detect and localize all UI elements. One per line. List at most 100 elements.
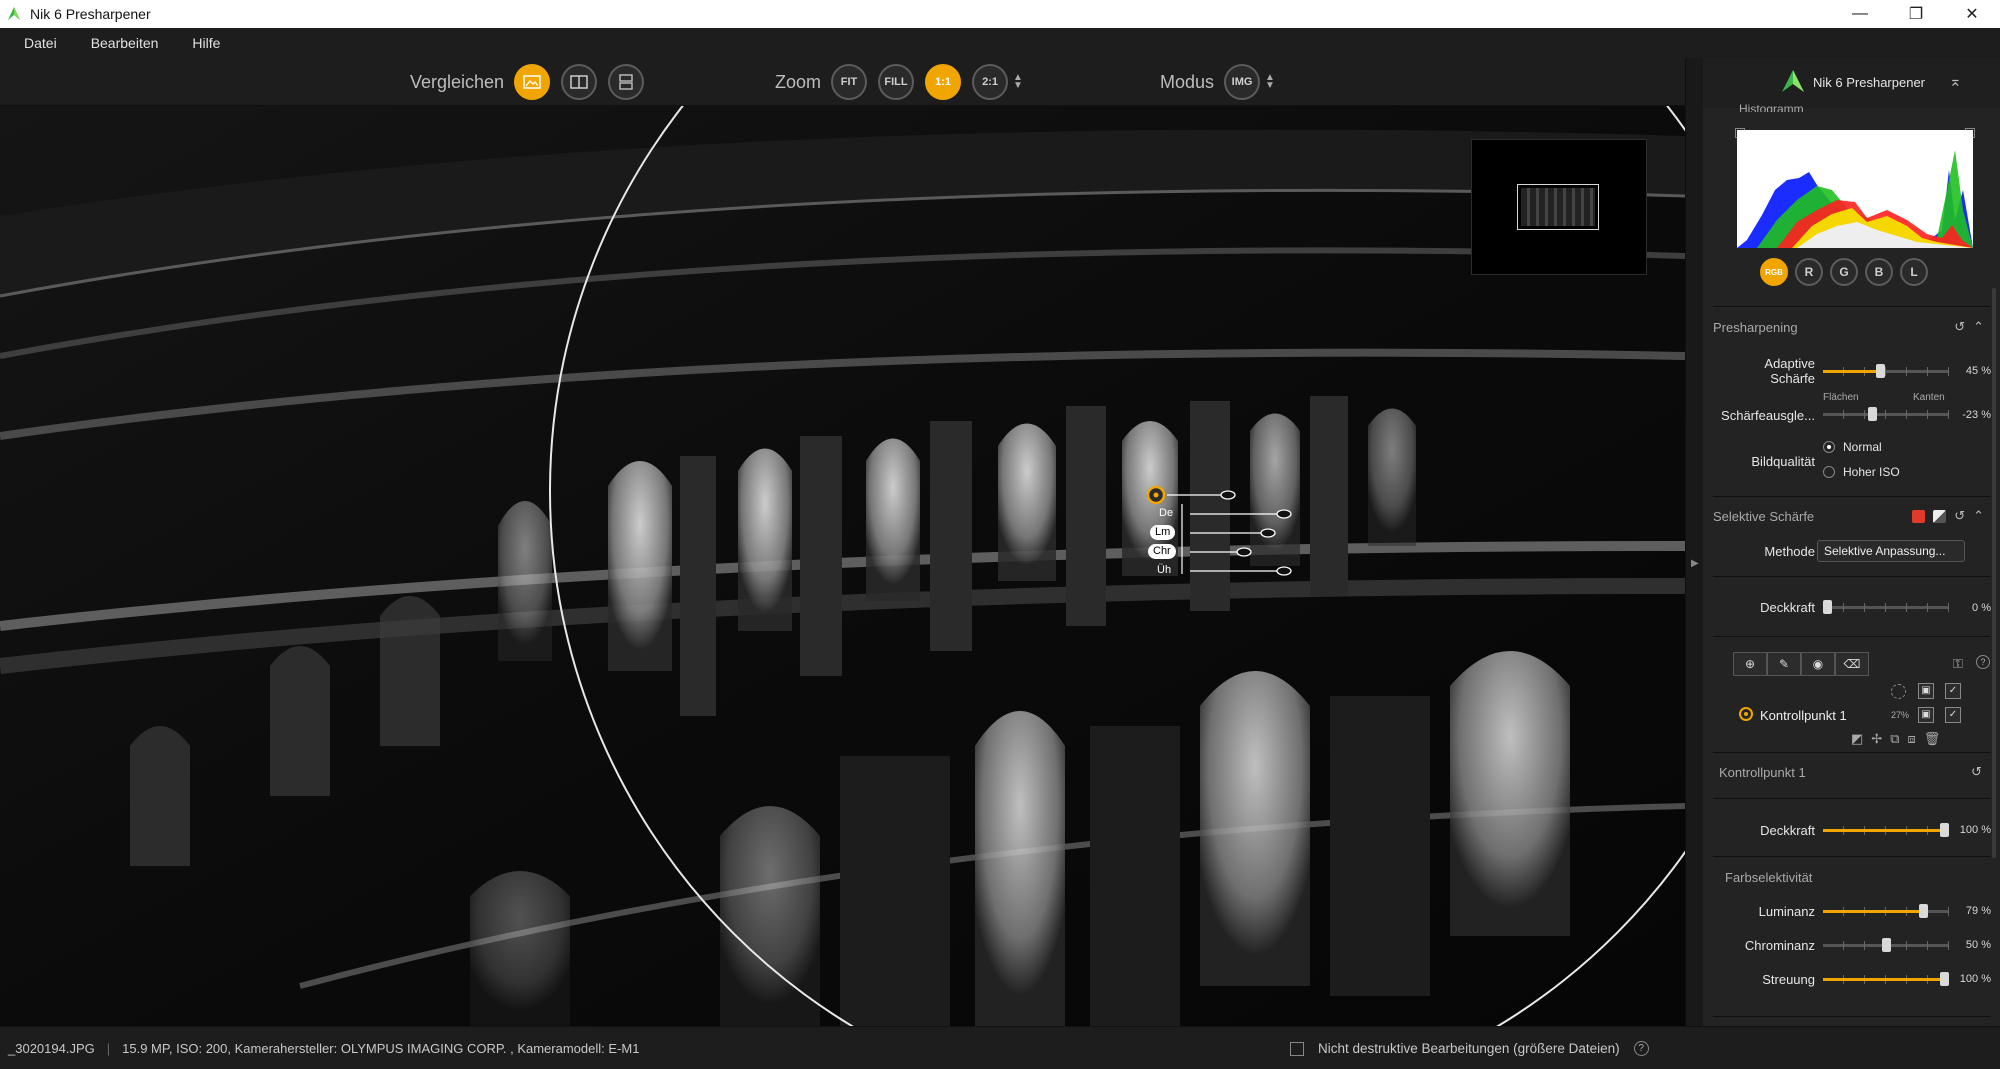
window-title: Nik 6 Presharpener [30,6,151,22]
balance-right-label: Kanten [1913,392,1945,403]
right-panel: Nik 6 Presharpener ⌅ Histogramm RGB R G … [1703,58,2000,1026]
chrominance-slider[interactable] [1823,938,1949,952]
control-point-mask-button[interactable]: ▣ [1918,707,1934,723]
chevron-up-icon[interactable]: ⌃ [1973,319,1984,335]
split-view-icon [570,75,588,89]
channel-rgb-button[interactable]: RGB [1760,258,1788,286]
menu-bearbeiten[interactable]: Bearbeiten [91,35,159,51]
dashed-circle-icon[interactable] [1891,684,1906,699]
control-point-percent: 27% [1891,710,1910,720]
help-icon[interactable]: ? [1976,655,1990,669]
divider [1713,636,1990,637]
luminance-slider[interactable] [1823,904,1949,918]
control-point-marker-icon[interactable] [1739,707,1753,721]
cp-size-label[interactable]: De [1154,506,1178,521]
duplicate-icon[interactable]: ⧉ [1890,731,1899,747]
image-icon [523,75,541,89]
channel-g-button[interactable]: G [1830,258,1858,286]
zoom-label: Zoom [775,71,822,92]
reset-icon[interactable]: ↺ [1954,508,1965,524]
cp-chrominance-label[interactable]: Chr [1148,544,1176,559]
cp-luminance-label[interactable]: Lm [1150,525,1176,540]
selective-opacity-value: 0 % [1972,602,1991,614]
help-icon[interactable]: ? [1633,1041,1649,1056]
mode-stepper-icon[interactable]: ▲ ▼ [1265,73,1275,91]
edit-mask-icon[interactable]: ◩ [1851,731,1863,747]
zoom-fill-button[interactable]: FILL [878,64,915,100]
compare-side-by-side-button[interactable] [608,64,645,100]
brush-color-icon[interactable] [1912,509,1926,523]
close-button[interactable]: ✕ [1944,0,2000,28]
nondestructive-checkbox[interactable] [1290,1041,1304,1056]
spread-label: Streuung [1762,972,1815,987]
nondestructive-label[interactable]: Nicht destruktive Bearbeitungen (größere… [1318,1041,1620,1056]
panel-scrollbar[interactable] [1992,288,1996,858]
chevron-up-icon[interactable]: ⌃ [1973,508,1984,524]
navigator-preview[interactable] [1471,139,1647,275]
spread-value: 100 % [1959,973,1991,985]
nondestructive-option: Nicht destruktive Bearbeitungen (größere… [1290,1041,1649,1056]
zoom-2-1-button[interactable]: 2:1 [972,64,1009,100]
zoom-fit-button[interactable]: FIT [831,64,868,100]
expand-arrow-icon[interactable]: ▶ [1691,558,1699,569]
control-point-name[interactable]: Kontrollpunkt 1 [1760,708,1847,723]
mode-img-button[interactable]: IMG [1224,64,1261,100]
collapse-panel-icon[interactable]: ⌅ [1949,72,1962,90]
panel-toggle-strip[interactable]: ▶ [1685,58,1703,1026]
mask-toggle-icon[interactable] [1933,509,1947,523]
sharpness-balance-slider[interactable] [1823,407,1949,421]
window-controls: — ❐ ✕ [1832,0,2000,28]
luminance-label: Luminanz [1758,904,1815,919]
cp-opacity-label: Deckkraft [1760,823,1815,838]
spread-slider[interactable] [1823,972,1949,986]
reset-icon[interactable]: ↺ [1971,764,1982,780]
navigator-view-rect[interactable] [1517,184,1599,230]
presharpening-title: Presharpening [1713,320,1798,335]
compare-split-view-button[interactable] [561,64,598,100]
channel-r-button[interactable]: R [1795,258,1823,286]
add-point-icon[interactable]: ✢ [1871,731,1882,747]
trash-icon[interactable]: 🗑 [1924,731,1941,747]
cp-opacity-slider[interactable] [1823,823,1949,837]
mask-view-all-button[interactable]: ▣ [1918,683,1934,699]
enable-all-checkbox[interactable]: ✓ [1945,683,1961,699]
file-name: _3020194.JPG [8,1040,95,1056]
method-dropdown[interactable]: Selektive Anpassung... [1817,540,1965,562]
reset-icon[interactable]: ↺ [1954,319,1965,335]
cp-spread-label[interactable]: Üh [1152,563,1176,578]
maximize-button[interactable]: ❐ [1888,0,1944,28]
adaptive-sharpness-slider[interactable] [1823,364,1949,378]
menu-hilfe[interactable]: Hilfe [192,35,220,51]
zoom-stepper-icon[interactable]: ▲ ▼ [1013,73,1023,91]
channel-l-button[interactable]: L [1900,258,1928,286]
histogram-title: Histogramm [1739,102,1804,112]
radio-unselected-icon [1823,466,1835,478]
selective-opacity-slider[interactable] [1823,600,1949,614]
image-canvas[interactable]: De Lm Chr Üh [0,106,1685,1026]
histogram-graph [1737,150,1973,248]
menu-datei[interactable]: Datei [24,35,57,51]
selective-title: Selektive Schärfe [1713,509,1815,524]
eye-tool-button[interactable]: ◉ [1801,652,1835,676]
key-icon[interactable]: ⚿ [1953,656,1963,672]
group-icon[interactable]: ⧈ [1908,731,1916,747]
panel-header: Nik 6 Presharpener ⌅ [1703,58,2000,108]
quality-normal-radio[interactable]: Normal [1823,440,1882,454]
presharpening-section: Presharpening ↺ ⌃ [1713,319,1990,337]
channel-b-button[interactable]: B [1865,258,1893,286]
control-point-tools: ⊕ ✎ ◉ ⌫ [1733,652,1869,676]
compare-label: Vergleichen [410,71,505,92]
presharpening-header-icons: ↺ ⌃ [1954,319,1984,335]
control-point-enable-checkbox[interactable]: ✓ [1945,707,1961,723]
histogram [1737,130,1973,248]
quality-high-iso-radio[interactable]: Hoher ISO [1823,465,1900,479]
add-control-point-button[interactable]: ⊕ [1733,652,1767,676]
brush-tool-button[interactable]: ✎ [1767,652,1801,676]
compare-single-view-button[interactable] [514,64,551,100]
minimize-button[interactable]: — [1832,0,1888,28]
nik-logo-icon [1782,70,1804,92]
zoom-1-1-button[interactable]: 1:1 [925,64,962,100]
colosseum-image [0,106,1685,1026]
eraser-tool-button[interactable]: ⌫ [1835,652,1869,676]
divider [1713,496,1990,497]
